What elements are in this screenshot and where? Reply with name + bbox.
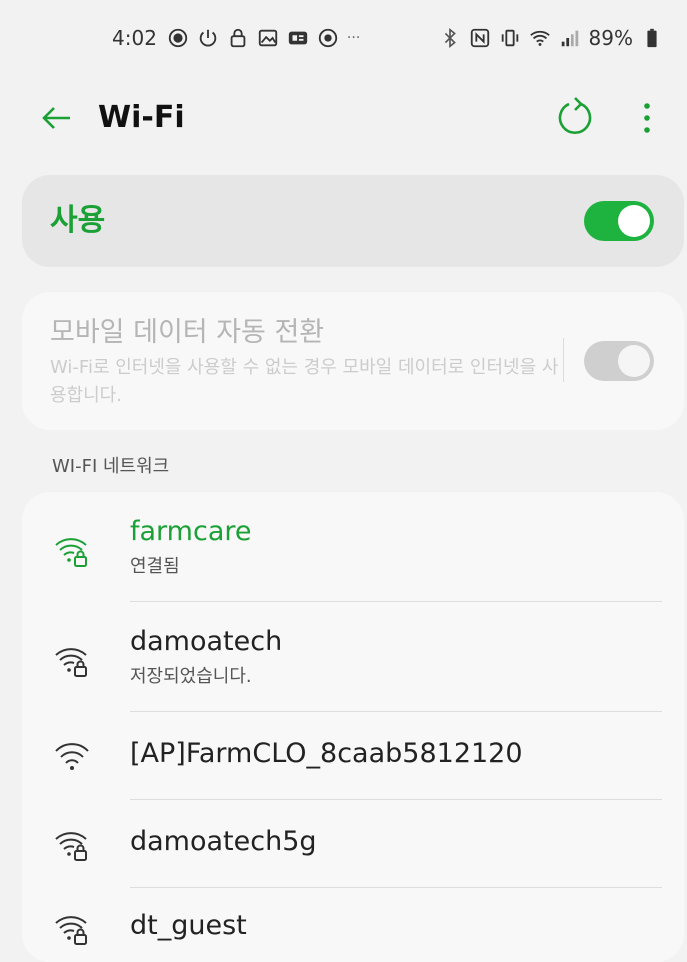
nfc-icon [470, 28, 489, 48]
network-status: 연결됨 [130, 556, 180, 577]
wifi-status-icon [529, 30, 550, 46]
ge-app-icon [288, 31, 308, 45]
toggle-knob [618, 345, 650, 377]
app-bar: Wi-Fi [0, 80, 687, 156]
data-saver-icon [168, 28, 188, 48]
mobile-data-switch-row: 모바일 데이터 자동 전환 Wi-Fi로 인터넷을 사용할 수 없는 경우 모바… [22, 292, 684, 430]
bluetooth-icon [444, 28, 456, 48]
network-status: 저장되었습니다. [130, 666, 252, 687]
mobile-data-switch-label: 모바일 데이터 자동 전환 [50, 317, 325, 348]
vertical-divider [563, 338, 564, 382]
android-icon [318, 28, 338, 48]
wifi-lock-icon [55, 832, 87, 861]
toggle-knob [618, 205, 650, 237]
network-item[interactable]: [AP]FarmCLO_8caab5812120 [22, 712, 684, 800]
wifi-open-icon [55, 743, 89, 770]
wifi-toggle[interactable] [584, 201, 654, 241]
lock-icon [230, 28, 246, 48]
battery-icon [647, 28, 657, 48]
networks-section-header: WI-FI 네트워크 [52, 456, 170, 477]
more-options-icon[interactable] [632, 96, 662, 140]
network-name: damoatech5g [130, 826, 317, 857]
network-name: [AP]FarmCLO_8caab5812120 [130, 738, 523, 769]
wifi-switch-label: 사용 [50, 203, 106, 238]
mobile-data-toggle [584, 341, 654, 381]
image-icon [258, 29, 278, 47]
status-time: 4:02 [112, 26, 157, 50]
network-list: farmcare 연결됨 damoatech 저장되었습니다. [AP]Farm… [22, 492, 684, 962]
signal-icon [561, 30, 578, 47]
status-bar: 4:02 ··· 89% [0, 0, 687, 76]
power-icon [199, 29, 217, 47]
network-item[interactable]: farmcare 연결됨 [22, 492, 684, 602]
wifi-lock-icon [55, 538, 87, 567]
wifi-master-switch[interactable]: 사용 [22, 175, 684, 267]
wifi-lock-icon [55, 648, 87, 677]
network-name: damoatech [130, 626, 283, 657]
page-title: Wi-Fi [98, 100, 185, 135]
status-overflow: ··· [346, 30, 361, 46]
battery-percent: 89% [588, 26, 633, 50]
vibrate-icon [501, 29, 518, 47]
refresh-icon[interactable] [553, 96, 597, 140]
network-name: dt_guest [130, 910, 247, 941]
mobile-data-switch-description: Wi-Fi로 인터넷을 사용할 수 없는 경우 모바일 데이터로 인터넷을 사용… [50, 357, 559, 406]
network-item[interactable]: damoatech 저장되었습니다. [22, 602, 684, 712]
network-name: farmcare [130, 516, 252, 547]
network-item[interactable]: damoatech5g [22, 800, 684, 888]
network-item[interactable]: dt_guest [22, 888, 684, 948]
wifi-lock-icon [55, 916, 87, 945]
back-arrow-icon[interactable] [36, 98, 76, 138]
